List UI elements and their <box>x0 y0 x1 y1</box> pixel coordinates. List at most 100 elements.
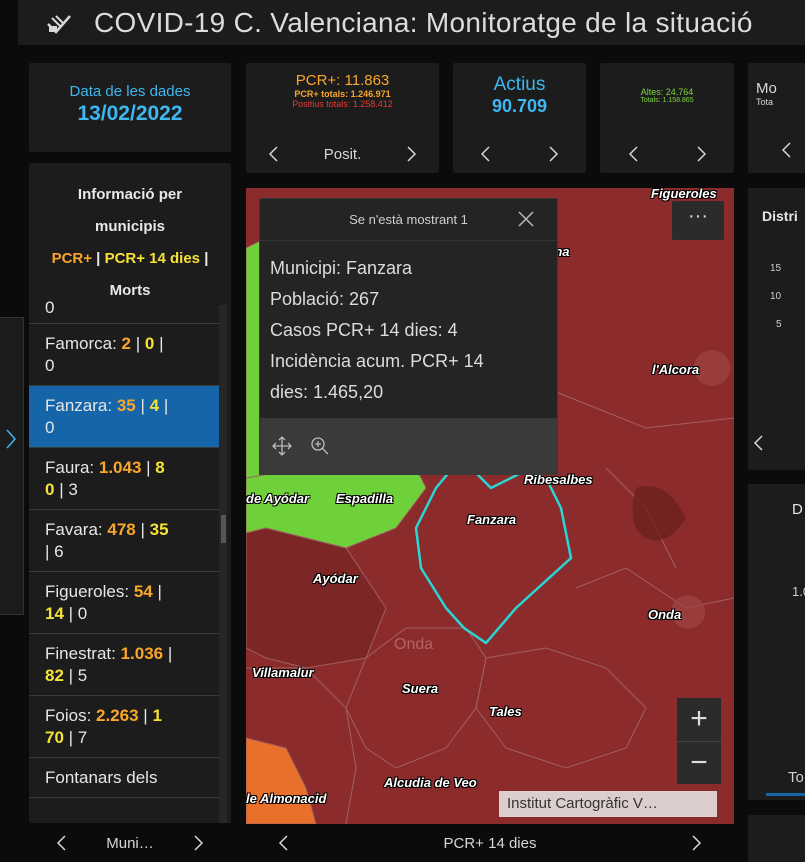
zoom-in-button[interactable]: + <box>677 698 721 741</box>
list-item-selected[interactable]: Fanzara: 35 | 4 | 0 <box>29 386 219 448</box>
map-attribution[interactable]: Institut Cartogràfic V… <box>499 791 717 817</box>
map-label: Figueroles <box>651 188 717 201</box>
item-pcr14: 35 <box>149 520 169 539</box>
map-nav: PCR+ 14 dies <box>247 827 733 859</box>
app-header: COVID-19 C. Valenciana: Monitoratge de l… <box>18 0 805 45</box>
sidebar-toggle[interactable] <box>0 317 24 615</box>
chevron-left-icon[interactable] <box>627 145 641 163</box>
altes-nav <box>600 145 734 163</box>
chevron-right-icon[interactable] <box>694 145 708 163</box>
morts-label: Mo <box>756 80 777 97</box>
bottom-right-card <box>748 815 805 862</box>
zoom-to-icon[interactable] <box>310 436 330 456</box>
altes-card: Altes: 24.764 Totals: 1.158.865 <box>600 63 734 173</box>
chevron-right-icon <box>6 429 17 449</box>
list-item[interactable]: Figueroles: 54 | 14 | 0 <box>29 572 219 634</box>
date-card: Data de les dades 13/02/2022 <box>29 63 231 152</box>
item-morts: 0 <box>45 356 55 375</box>
map-label: Espadilla <box>336 491 394 506</box>
item-pcr: 1.043 <box>98 458 142 477</box>
list-item[interactable]: Fontanars dels <box>29 758 219 798</box>
pcr-nav-label: Posit. <box>323 145 362 163</box>
zoom-out-button[interactable]: − <box>677 741 721 784</box>
popup-casos: Casos PCR+ 14 dies: 4 <box>270 320 458 340</box>
item-pcr: 2.263 <box>96 706 139 725</box>
item-morts: 6 <box>54 542 64 561</box>
pan-icon[interactable] <box>272 436 292 456</box>
distribution-card: Distri 15 10 5 <box>748 188 805 470</box>
chevron-left-icon[interactable] <box>479 145 493 163</box>
chevron-right-icon[interactable] <box>689 834 703 852</box>
close-icon[interactable] <box>517 210 535 228</box>
date-label: Data de les dades <box>69 83 191 100</box>
item-pcr: 478 <box>107 520 136 539</box>
tab-total[interactable]: To <box>788 769 804 786</box>
chevron-left-icon[interactable] <box>752 434 766 452</box>
item-name: Fontanars dels <box>45 768 158 787</box>
map-label: le Almonacid <box>246 791 327 806</box>
item-partial: 0 <box>45 298 55 317</box>
list-item[interactable]: Favara: 478 | 35 | 6 <box>29 510 219 572</box>
item-name: Foios: <box>45 706 92 725</box>
tab-indicator <box>766 793 805 796</box>
municipis-list: 0 Famorca: 2 | 0 | 0 Fanzara: 35 | 4 | 0… <box>29 298 219 798</box>
morts-total: Tota <box>756 97 774 107</box>
popup-municipi: Municipi: Fanzara <box>270 258 413 278</box>
municipis-heading: Informació per municipis PCR+ | PCR+ 14 … <box>29 163 231 307</box>
list-item[interactable]: Finestrat: 1.036 | 82 | 5 <box>29 634 219 696</box>
item-pcr: 54 <box>133 582 153 601</box>
feature-popup: Se n'està mostrant 1 Municipi: Fanzara P… <box>259 198 558 475</box>
pcr-card: PCR+: 11.863 PCR+ totals: 1.246.971 Posi… <box>246 63 439 173</box>
chevron-right-icon[interactable] <box>404 145 418 163</box>
map-label: Ayódar <box>313 571 358 586</box>
scrollbar-thumb[interactable] <box>221 515 226 543</box>
list-item[interactable]: Faura: 1.043 | 8 0 | 3 <box>29 448 219 510</box>
chevron-left-icon[interactable] <box>267 145 281 163</box>
item-pcr14: 14 <box>45 604 64 623</box>
item-morts: 7 <box>77 728 88 747</box>
list-item[interactable]: 0 <box>29 297 219 324</box>
morts-card: Mo Tota <box>748 63 805 173</box>
chevron-left-icon[interactable] <box>55 834 69 852</box>
item-morts: 5 <box>77 666 88 685</box>
map-label: Fanzara <box>467 512 517 527</box>
popup-poblacio: Població: 267 <box>270 289 380 309</box>
list-scrollbar[interactable] <box>219 305 227 823</box>
item-name: Fanzara: <box>45 396 113 415</box>
legend-pcr14: PCR+ 14 dies <box>104 250 201 267</box>
pcr-total: PCR+ totals: 1.246.971 <box>294 89 391 99</box>
item-name: Faura: <box>45 458 95 477</box>
chevron-right-icon[interactable] <box>546 145 560 163</box>
legend-pcr: PCR+ <box>51 250 93 267</box>
municipis-nav: Muni… <box>45 827 215 859</box>
chevron-right-icon[interactable] <box>191 834 205 852</box>
map-nav-label: PCR+ 14 dies <box>443 834 537 852</box>
item-name: Figueroles: <box>45 582 130 601</box>
map-label: Onda <box>648 607 682 622</box>
item-pcr14: 0 <box>144 334 155 353</box>
item-morts: 0 <box>77 604 88 623</box>
item-pcr: 1.036 <box>120 644 164 663</box>
altes-value: Altes: 24.764 <box>640 87 694 97</box>
item-morts: 0 <box>45 418 55 437</box>
chevron-left-icon[interactable] <box>277 834 291 852</box>
map-label: Alcudia de Veo <box>384 775 477 790</box>
date-value: 13/02/2022 <box>77 102 183 125</box>
map-bgname: Onda <box>394 636 434 653</box>
zoom-control: + − <box>677 698 721 784</box>
list-item[interactable]: Famorca: 2 | 0 | 0 <box>29 324 219 386</box>
map-label: Villamalur <box>252 665 314 680</box>
popup-header: Se n'està mostrant 1 <box>260 199 557 241</box>
item-pcr14: 82 <box>45 666 64 685</box>
axis-tick: 5 <box>776 319 782 330</box>
map-label: Tales <box>489 704 522 719</box>
municipis-nav-label: Muni… <box>106 834 154 852</box>
secondary-value: 1.0 <box>792 584 805 599</box>
map-label: Suera <box>402 681 439 696</box>
altes-total: Totals: 1.158.865 <box>640 97 694 104</box>
actius-label: Actius <box>493 74 546 95</box>
chevron-left-icon[interactable] <box>780 141 794 159</box>
axis-tick: 15 <box>770 263 782 274</box>
map-menu-button[interactable]: ··· <box>672 201 724 240</box>
list-item[interactable]: Foios: 2.263 | 1 70 | 7 <box>29 696 219 758</box>
